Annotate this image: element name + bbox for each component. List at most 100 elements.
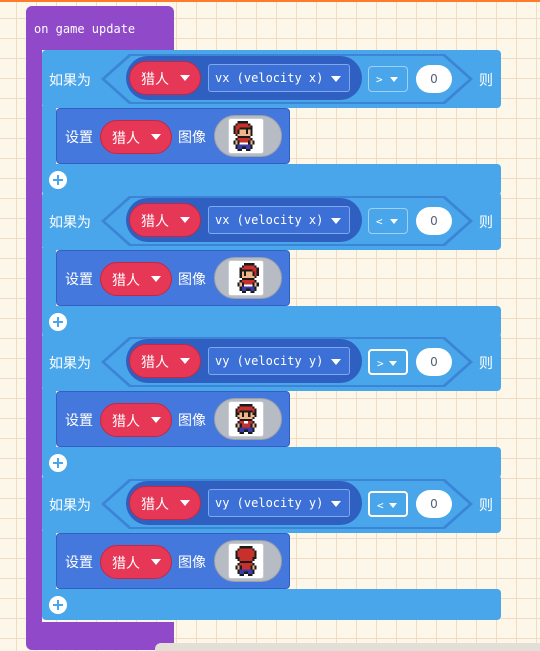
chevron-down-icon (331, 359, 341, 365)
operator-dropdown[interactable]: < (368, 208, 408, 234)
sprite-variable-label: 猎人 (112, 414, 140, 430)
then-label: 则 (479, 498, 493, 514)
chevron-down-icon (151, 134, 161, 140)
add-else-plus-icon[interactable] (49, 454, 67, 472)
sprite-image-thumbnail (228, 118, 264, 154)
if-label: 如果为 (49, 498, 91, 514)
operator-dropdown[interactable]: > (368, 349, 408, 375)
if-block-footer (42, 164, 501, 195)
chevron-down-icon (390, 219, 398, 224)
chevron-down-icon (151, 559, 161, 565)
set-image-block[interactable]: 设置 猎人 图像 (56, 250, 290, 306)
property-label: vx (velocity x) (215, 213, 324, 227)
chevron-down-icon (390, 77, 398, 82)
then-label: 则 (479, 73, 493, 89)
add-else-plus-icon[interactable] (49, 596, 67, 614)
sprite-image-thumbnail (228, 260, 264, 296)
hunter-facing-left-sprite-icon (237, 263, 259, 293)
operator-dropdown[interactable]: > (368, 66, 408, 92)
if-label: 如果为 (49, 215, 91, 231)
set-image-block[interactable]: 设置 猎人 图像 (56, 533, 290, 589)
image-picker[interactable] (214, 540, 282, 582)
value-input[interactable]: 0 (416, 348, 452, 376)
operator-label: < (377, 499, 384, 512)
add-else-plus-icon[interactable] (49, 313, 67, 331)
event-block-hat[interactable]: on game update (26, 6, 174, 50)
value-input[interactable]: 0 (416, 207, 452, 235)
sprite-variable-label: 猎人 (112, 131, 140, 147)
sprite-variable-dropdown[interactable]: 猎人 (129, 344, 201, 378)
if-block-spine (42, 389, 56, 449)
if-then-block-3[interactable]: 如果为 则 猎人 vy (velocity y) > 0 设置 猎人 图像 (42, 333, 501, 478)
event-block-body (26, 50, 42, 624)
then-label: 则 (479, 215, 493, 231)
chevron-down-icon (331, 218, 341, 224)
image-label: 图像 (178, 413, 206, 429)
property-dropdown[interactable]: vx (velocity x) (208, 206, 350, 234)
chevron-down-icon (180, 75, 190, 81)
sprite-image-thumbnail (228, 543, 264, 579)
chevron-down-icon (389, 503, 397, 508)
horizontal-scrollbar[interactable] (155, 643, 540, 651)
property-label: vy (velocity y) (215, 496, 324, 510)
set-sprite-variable-dropdown[interactable]: 猎人 (100, 403, 172, 437)
add-else-plus-icon[interactable] (49, 171, 67, 189)
set-image-block[interactable]: 设置 猎人 图像 (56, 108, 290, 164)
chevron-down-icon (180, 358, 190, 364)
sprite-variable-dropdown[interactable]: 猎人 (129, 486, 201, 520)
image-label: 图像 (178, 272, 206, 288)
top-accent-bar (0, 0, 540, 2)
if-block-spine (42, 248, 56, 308)
image-picker[interactable] (214, 398, 282, 440)
chevron-down-icon (389, 361, 397, 366)
sprite-variable-dropdown[interactable]: 猎人 (129, 203, 201, 237)
set-label: 设置 (65, 272, 93, 288)
operator-dropdown[interactable]: < (368, 491, 408, 517)
sprite-variable-label: 猎人 (141, 497, 169, 513)
if-block-spine (42, 531, 56, 591)
property-label: vx (velocity x) (215, 71, 324, 85)
if-label: 如果为 (49, 73, 91, 89)
property-dropdown[interactable]: vx (velocity x) (208, 64, 350, 92)
sprite-variable-dropdown[interactable]: 猎人 (129, 61, 201, 95)
value-input[interactable]: 0 (416, 65, 452, 93)
sprite-variable-label: 猎人 (141, 72, 169, 88)
chevron-down-icon (180, 500, 190, 506)
set-label: 设置 (65, 413, 93, 429)
if-block-spine (42, 106, 56, 166)
if-then-block-1[interactable]: 如果为 则 猎人 vx (velocity x) > 0 设置 猎人 图像 (42, 50, 501, 195)
sprite-variable-label: 猎人 (141, 214, 169, 230)
chevron-down-icon (151, 276, 161, 282)
if-block-footer (42, 447, 501, 478)
chevron-down-icon (151, 417, 161, 423)
set-sprite-variable-dropdown[interactable]: 猎人 (100, 120, 172, 154)
set-label: 设置 (65, 555, 93, 571)
operator-label: < (376, 215, 383, 228)
image-picker[interactable] (214, 115, 282, 157)
set-sprite-variable-dropdown[interactable]: 猎人 (100, 545, 172, 579)
sprite-image-thumbnail (228, 401, 264, 437)
sprite-variable-label: 猎人 (112, 273, 140, 289)
hunter-facing-down-sprite-icon (235, 404, 257, 434)
if-block-footer (42, 589, 501, 620)
chevron-down-icon (331, 501, 341, 507)
sprite-variable-label: 猎人 (141, 355, 169, 371)
chevron-down-icon (180, 217, 190, 223)
set-image-block[interactable]: 设置 猎人 图像 (56, 391, 290, 447)
operator-label: > (376, 73, 383, 86)
image-label: 图像 (178, 130, 206, 146)
image-label: 图像 (178, 555, 206, 571)
if-then-block-4[interactable]: 如果为 则 猎人 vy (velocity y) < 0 设置 猎人 图像 (42, 475, 501, 620)
property-dropdown[interactable]: vy (velocity y) (208, 347, 350, 375)
event-label: on game update (34, 22, 136, 36)
hunter-facing-up-sprite-icon (235, 546, 257, 576)
then-label: 则 (479, 356, 493, 372)
operator-label: > (377, 357, 384, 370)
if-label: 如果为 (49, 356, 91, 372)
set-label: 设置 (65, 130, 93, 146)
if-then-block-2[interactable]: 如果为 则 猎人 vx (velocity x) < 0 设置 猎人 图像 (42, 192, 501, 337)
property-dropdown[interactable]: vy (velocity y) (208, 489, 350, 517)
image-picker[interactable] (214, 257, 282, 299)
value-input[interactable]: 0 (416, 490, 452, 518)
set-sprite-variable-dropdown[interactable]: 猎人 (100, 262, 172, 296)
